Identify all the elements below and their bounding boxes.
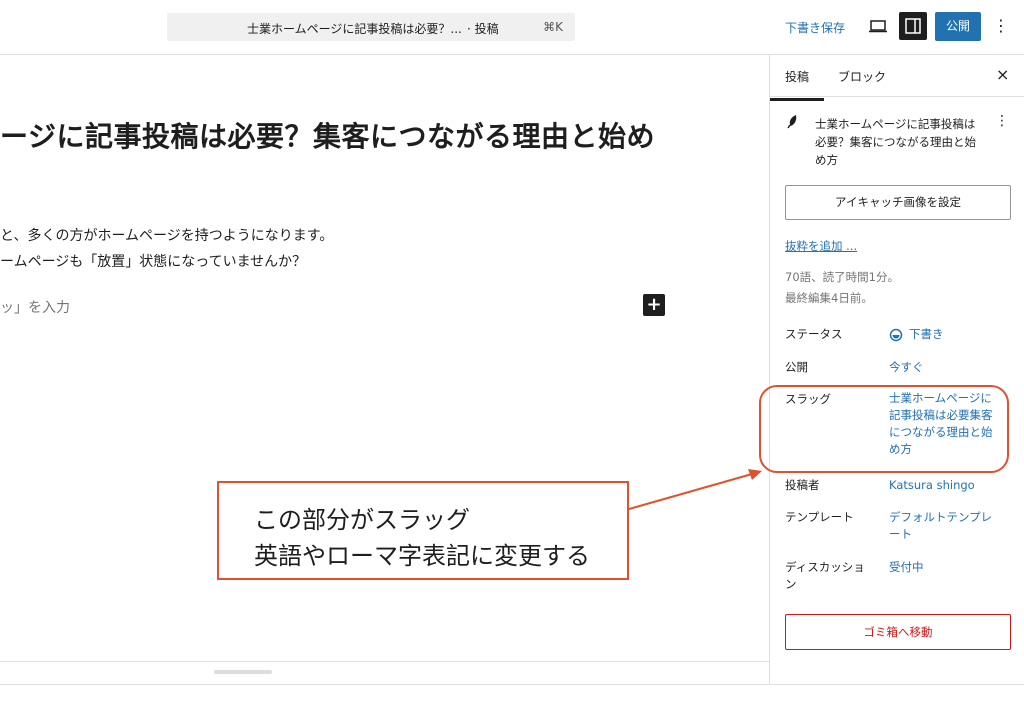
empty-block-placeholder[interactable]: ッ」を入力	[0, 297, 70, 317]
editor-header: 士業ホームページに記事投稿は必要？... · 投稿 ⌘K 下書き保存 公開 ⋮	[0, 0, 1024, 55]
sidebar-icon	[905, 18, 921, 34]
command-post-title: 士業ホームページに記事投稿は必要？...	[247, 22, 462, 36]
callout-text-line1: この部分がスラッグ	[254, 506, 470, 534]
discussion-value[interactable]: 受付中	[889, 559, 924, 576]
discussion-label: ディスカッション	[785, 560, 865, 591]
post-actions-more-icon[interactable]: ⋮	[995, 113, 1009, 129]
move-to-trash-button[interactable]: ゴミ箱へ移動	[785, 614, 1011, 650]
status-value-text: 下書き	[909, 327, 944, 341]
template-value[interactable]: デフォルトテンプレート	[889, 509, 999, 543]
resize-handle[interactable]	[214, 670, 272, 674]
set-featured-image-button[interactable]: アイキャッチ画像を設定	[785, 185, 1011, 220]
tab-block[interactable]: ブロック	[838, 68, 886, 85]
close-icon[interactable]: ×	[996, 65, 1009, 84]
last-edited: 最終編集4日前。	[785, 291, 873, 305]
preview-button[interactable]	[865, 13, 891, 39]
bottom-divider	[0, 684, 1024, 685]
publish-button[interactable]: 公開	[935, 12, 981, 41]
add-block-button[interactable]: +	[643, 294, 665, 316]
save-draft-button[interactable]: 下書き保存	[785, 19, 845, 36]
slug-highlight-ring	[759, 385, 1009, 473]
paragraph-block[interactable]: ームページも「放置」状態になっていませんか？	[0, 251, 306, 271]
pen-icon	[785, 113, 801, 129]
annotation-callout: この部分がスラッグ 英語やローマ字表記に変更する	[217, 481, 629, 580]
publish-date-value[interactable]: 今すぐ	[889, 359, 924, 376]
sidebar-tabs: 投稿 ブロック ×	[769, 55, 1024, 101]
word-count: 70語、読了時間1分。	[785, 270, 899, 284]
template-label: テンプレート	[785, 510, 854, 524]
desktop-icon	[869, 20, 887, 33]
callout-text-line2: 英語やローマ字表記に変更する	[254, 542, 590, 570]
author-value[interactable]: Katsura shingo	[889, 477, 975, 494]
settings-sidebar: 投稿 ブロック × 士業ホームページに記事投稿は必要？集客につながる理由と始め方…	[769, 55, 1024, 684]
command-post-type: · 投稿	[467, 22, 499, 36]
options-menu-button[interactable]: ⋮	[993, 12, 1009, 40]
post-card-title: 士業ホームページに記事投稿は必要？集客につながる理由と始め方	[815, 117, 976, 167]
tab-post[interactable]: 投稿	[769, 68, 825, 101]
status-label: ステータス	[785, 327, 843, 341]
add-excerpt-link[interactable]: 抜粋を追加 ...	[785, 238, 857, 254]
command-palette-button[interactable]: 士業ホームページに記事投稿は必要？... · 投稿 ⌘K	[167, 13, 575, 41]
post-title[interactable]: ージに記事投稿は必要？集客につながる理由と始め	[0, 115, 655, 155]
status-value[interactable]: 下書き	[889, 326, 944, 343]
command-shortcut: ⌘K	[543, 20, 563, 34]
publish-label: 公開	[785, 360, 808, 374]
draft-status-icon	[889, 328, 903, 341]
paragraph-block[interactable]: と、多くの方がホームページを持つようになります。	[0, 225, 333, 245]
author-label: 投稿者	[785, 478, 820, 492]
footer-divider	[0, 661, 769, 662]
settings-toggle-button[interactable]	[899, 12, 927, 40]
